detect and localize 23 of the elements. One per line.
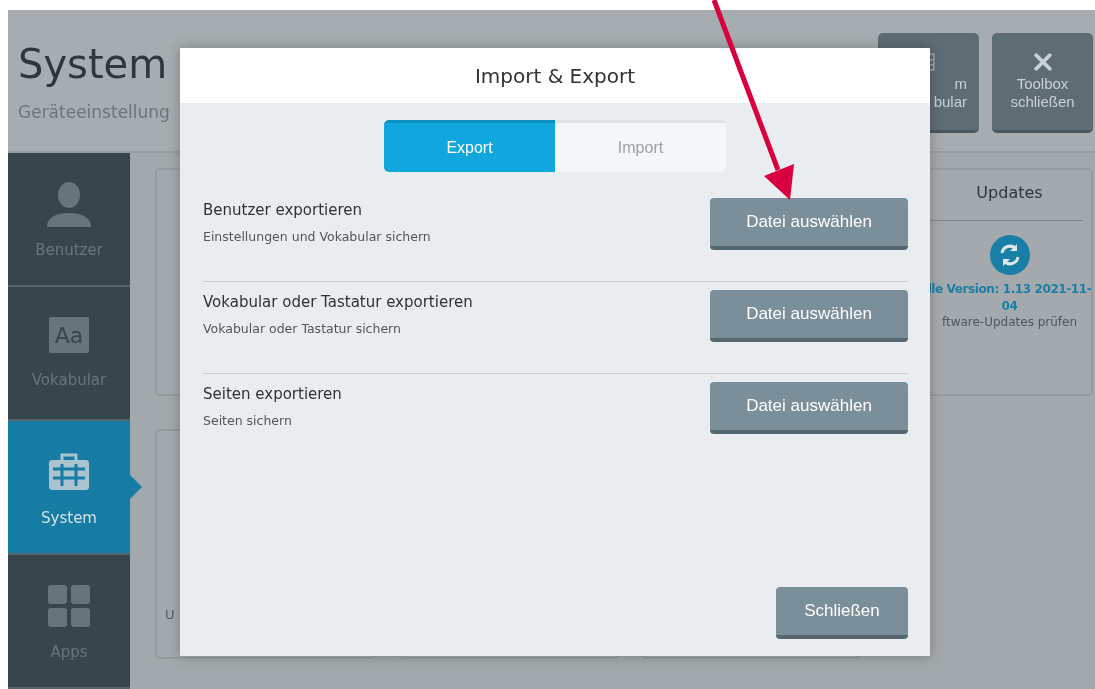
card-title: Updates — [976, 183, 1043, 202]
row-description: Seiten sichern — [203, 413, 293, 428]
page-subtitle: Geräteeinstellung — [18, 102, 170, 122]
row-title: Vokabular oder Tastatur exportieren — [203, 293, 473, 311]
close-button[interactable]: Schließen — [776, 587, 908, 639]
row-title: Benutzer exportieren — [203, 201, 363, 219]
tab[interactable]: Export — [384, 120, 555, 172]
toolbar-button[interactable]: Toolbox schließen — [992, 33, 1093, 133]
dialog-title: Import & Export — [474, 63, 636, 88]
tab[interactable]: Import — [555, 120, 726, 172]
row-title: Seiten exportieren — [203, 385, 342, 403]
row-description: Einstellungen und Vokabular sichern — [203, 229, 431, 244]
updates-hint: ftware-Updates prüfen — [941, 315, 1078, 329]
row-description: Vokabular oder Tastatur sichern — [203, 321, 402, 336]
choose-file-button[interactable]: Datei auswählen — [710, 198, 908, 250]
page-title: System — [18, 40, 169, 88]
selection-pointer — [130, 475, 142, 499]
card-text: U — [165, 607, 175, 622]
close-icon — [1033, 52, 1052, 71]
choose-file-button[interactable]: Datei auswählen — [710, 290, 908, 342]
user-icon — [44, 179, 94, 229]
choose-file-button[interactable]: Datei auswählen — [710, 382, 908, 434]
refresh-icon[interactable] — [989, 235, 1030, 275]
